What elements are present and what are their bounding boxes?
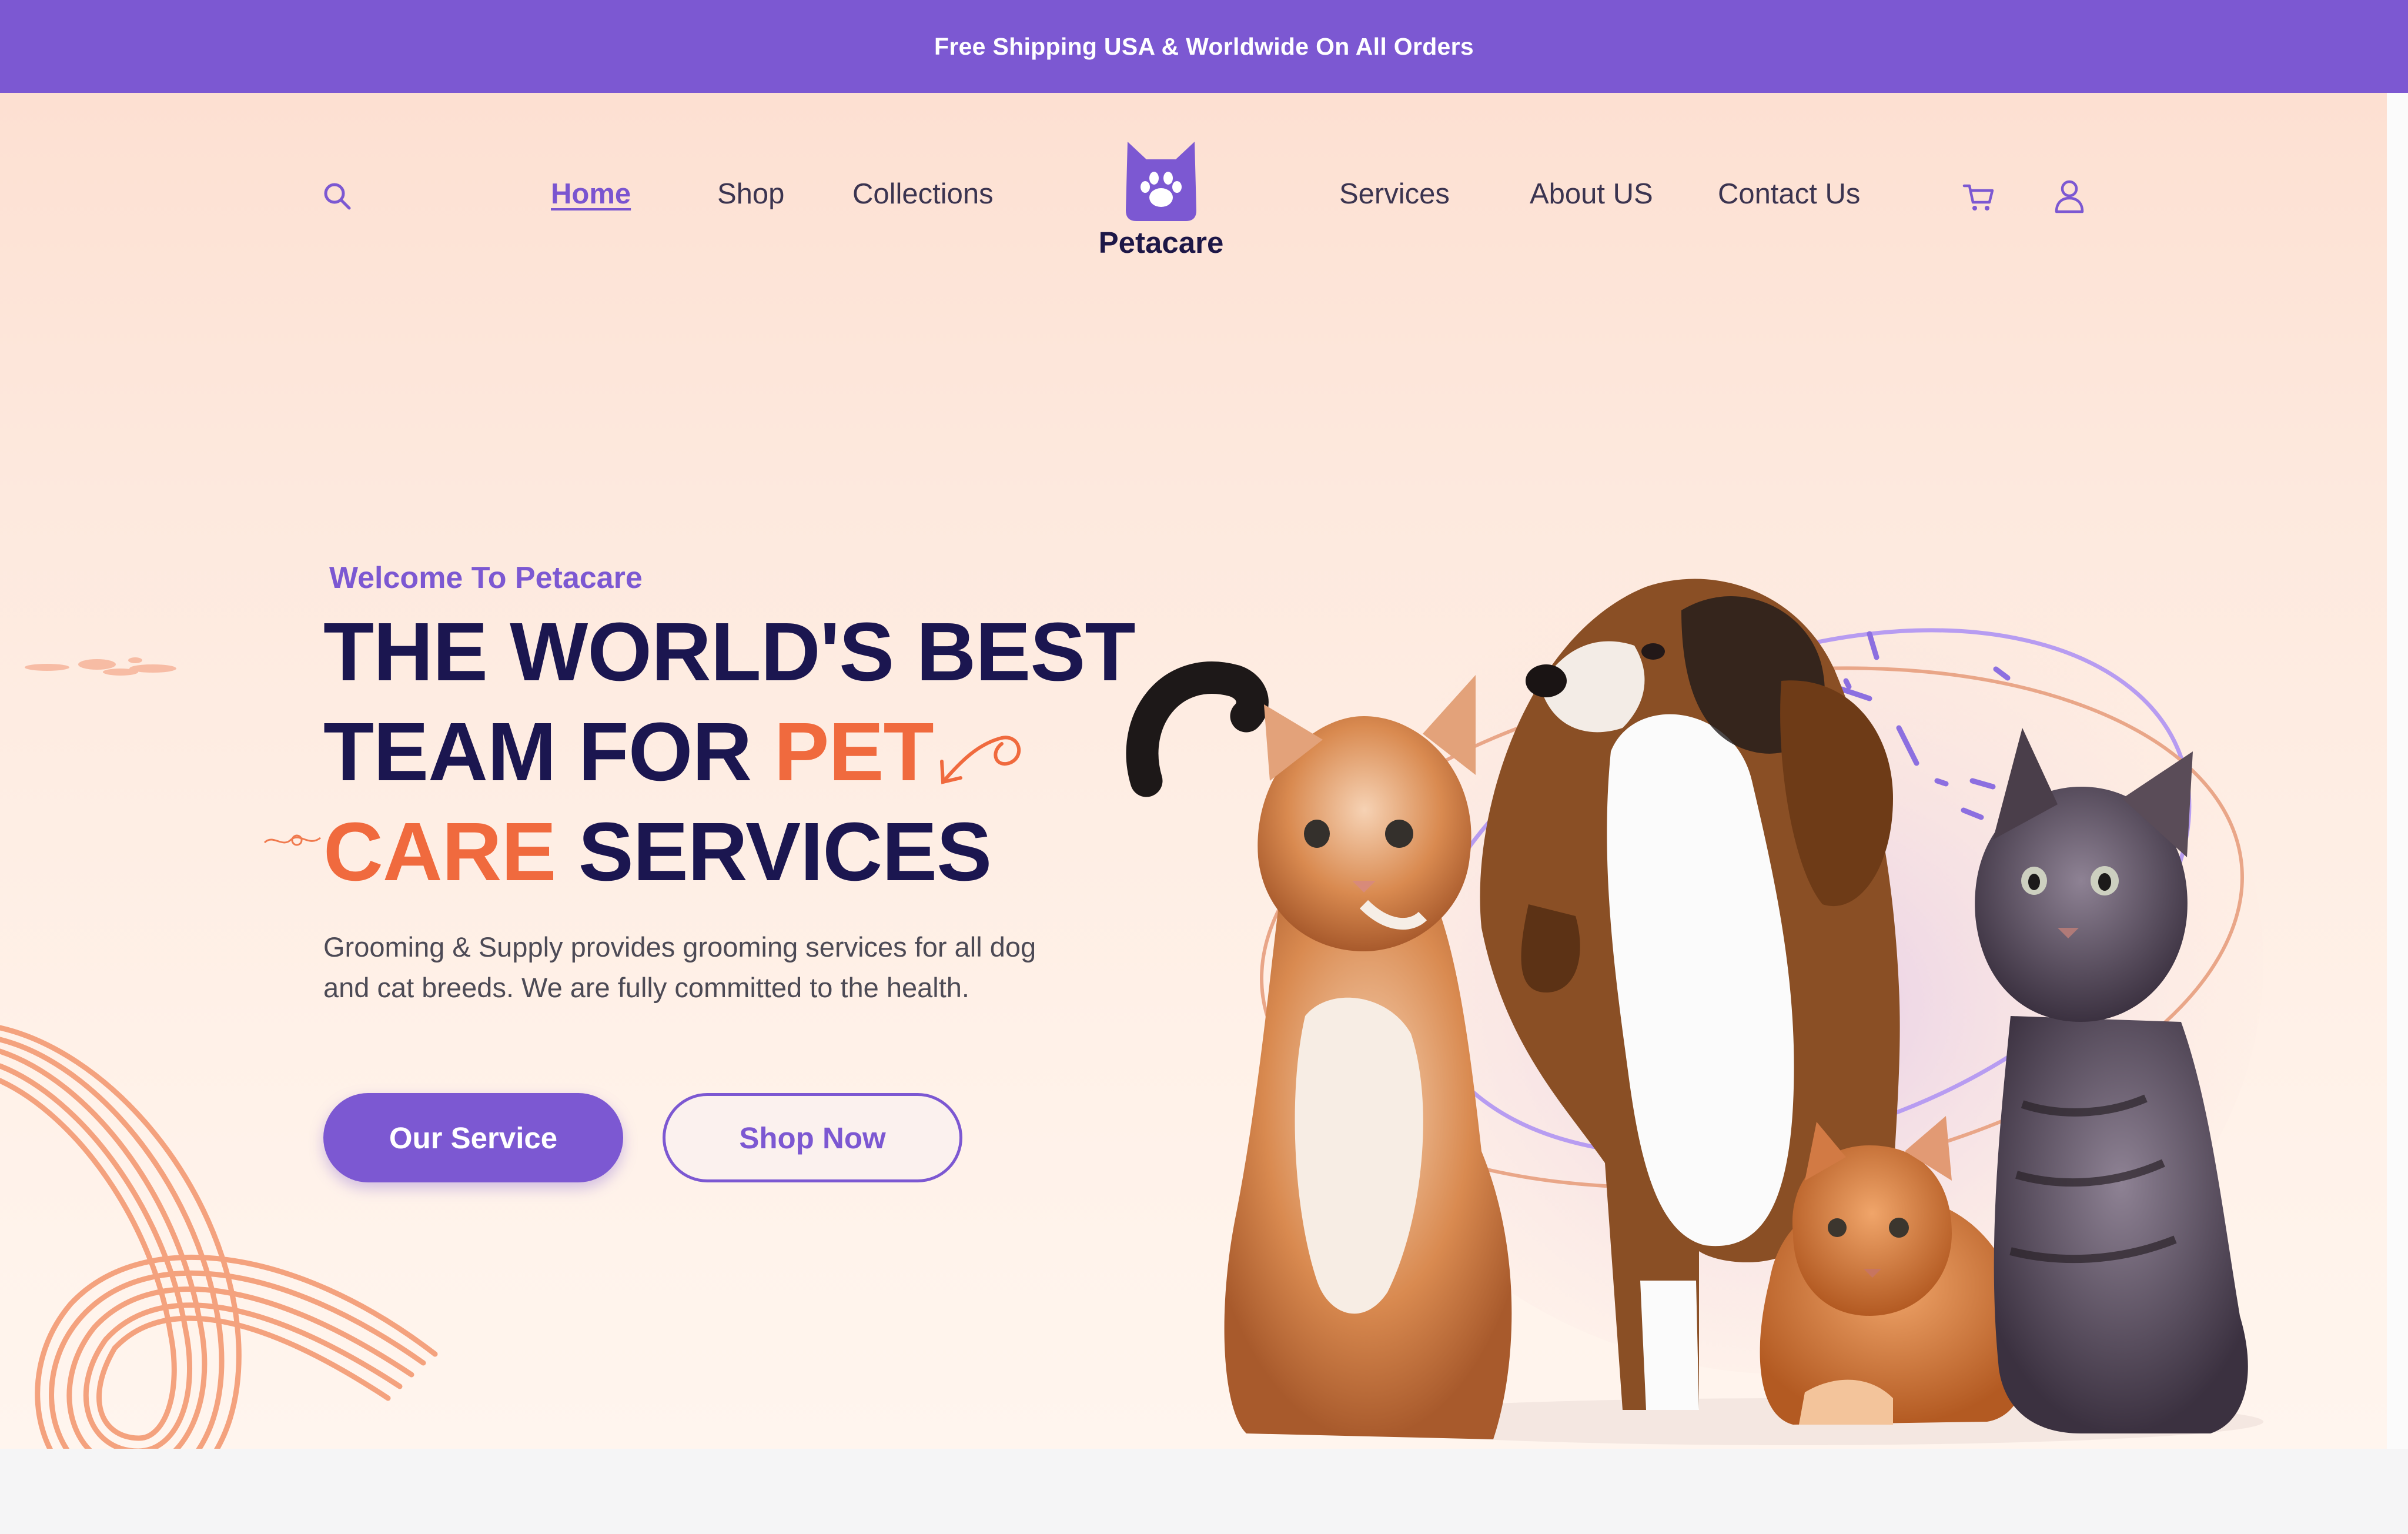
hero-section: Home Shop Collections Petacare Services … <box>0 93 2387 1449</box>
search-icon <box>324 183 351 210</box>
our-service-button[interactable]: Our Service <box>323 1093 623 1182</box>
headline-line-1: THE WORLD'S BEST <box>323 605 1136 698</box>
account-button[interactable] <box>2053 179 2086 214</box>
announcement-text: Free Shipping USA & Worldwide On All Ord… <box>934 32 1474 60</box>
orange-brush-loop-decoration <box>0 1025 438 1449</box>
headline-line-3: CARE SERVICES <box>323 801 1146 901</box>
shop-now-button[interactable]: Shop Now <box>663 1093 962 1182</box>
right-scroll-gutter <box>2387 93 2408 1449</box>
nav-link-shop[interactable]: Shop <box>717 176 784 212</box>
cart-icon <box>1962 184 1994 210</box>
cart-button[interactable] <box>1962 181 1995 214</box>
hero-pets-image <box>1126 552 2263 1445</box>
headline-accent-pet: PET <box>774 705 934 798</box>
cat-paw-logo-icon <box>1126 142 1196 221</box>
orange-swirl-decoration <box>263 834 321 846</box>
arrow-doodle-icon <box>939 736 1021 784</box>
next-section-preview <box>0 1449 2408 1534</box>
paw-print-trail-decoration <box>25 657 176 676</box>
hero-description: Grooming & Supply provides grooming serv… <box>323 931 1036 1003</box>
user-icon <box>2055 180 2084 213</box>
logo-text: Petacare <box>1098 226 1224 259</box>
welcome-tagline: Welcome To Petacare <box>329 561 643 595</box>
headline-line-3-suffix: SERVICES <box>556 805 992 898</box>
headline-line-2: TEAM FOR PET <box>323 701 1146 801</box>
main-navigation: Home Shop Collections Petacare Services … <box>0 93 2387 259</box>
nav-link-about[interactable]: About US <box>1530 176 1653 212</box>
nav-link-services[interactable]: Services <box>1339 176 1450 212</box>
orange-kitten-left <box>1126 661 1512 1439</box>
search-button[interactable] <box>322 181 353 212</box>
nav-link-collections[interactable]: Collections <box>852 176 994 212</box>
hero-headline: THE WORLD'S BEST TEAM FOR PET CARE SERVI… <box>323 601 1146 901</box>
nav-link-home[interactable]: Home <box>551 176 631 212</box>
announcement-bar: Free Shipping USA & Worldwide On All Ord… <box>0 0 2408 93</box>
nav-link-contact[interactable]: Contact Us <box>1718 176 1860 212</box>
headline-line-2-prefix: TEAM FOR <box>323 705 774 798</box>
site-logo[interactable]: Petacare <box>1093 137 1229 259</box>
headline-accent-care: CARE <box>323 805 557 898</box>
